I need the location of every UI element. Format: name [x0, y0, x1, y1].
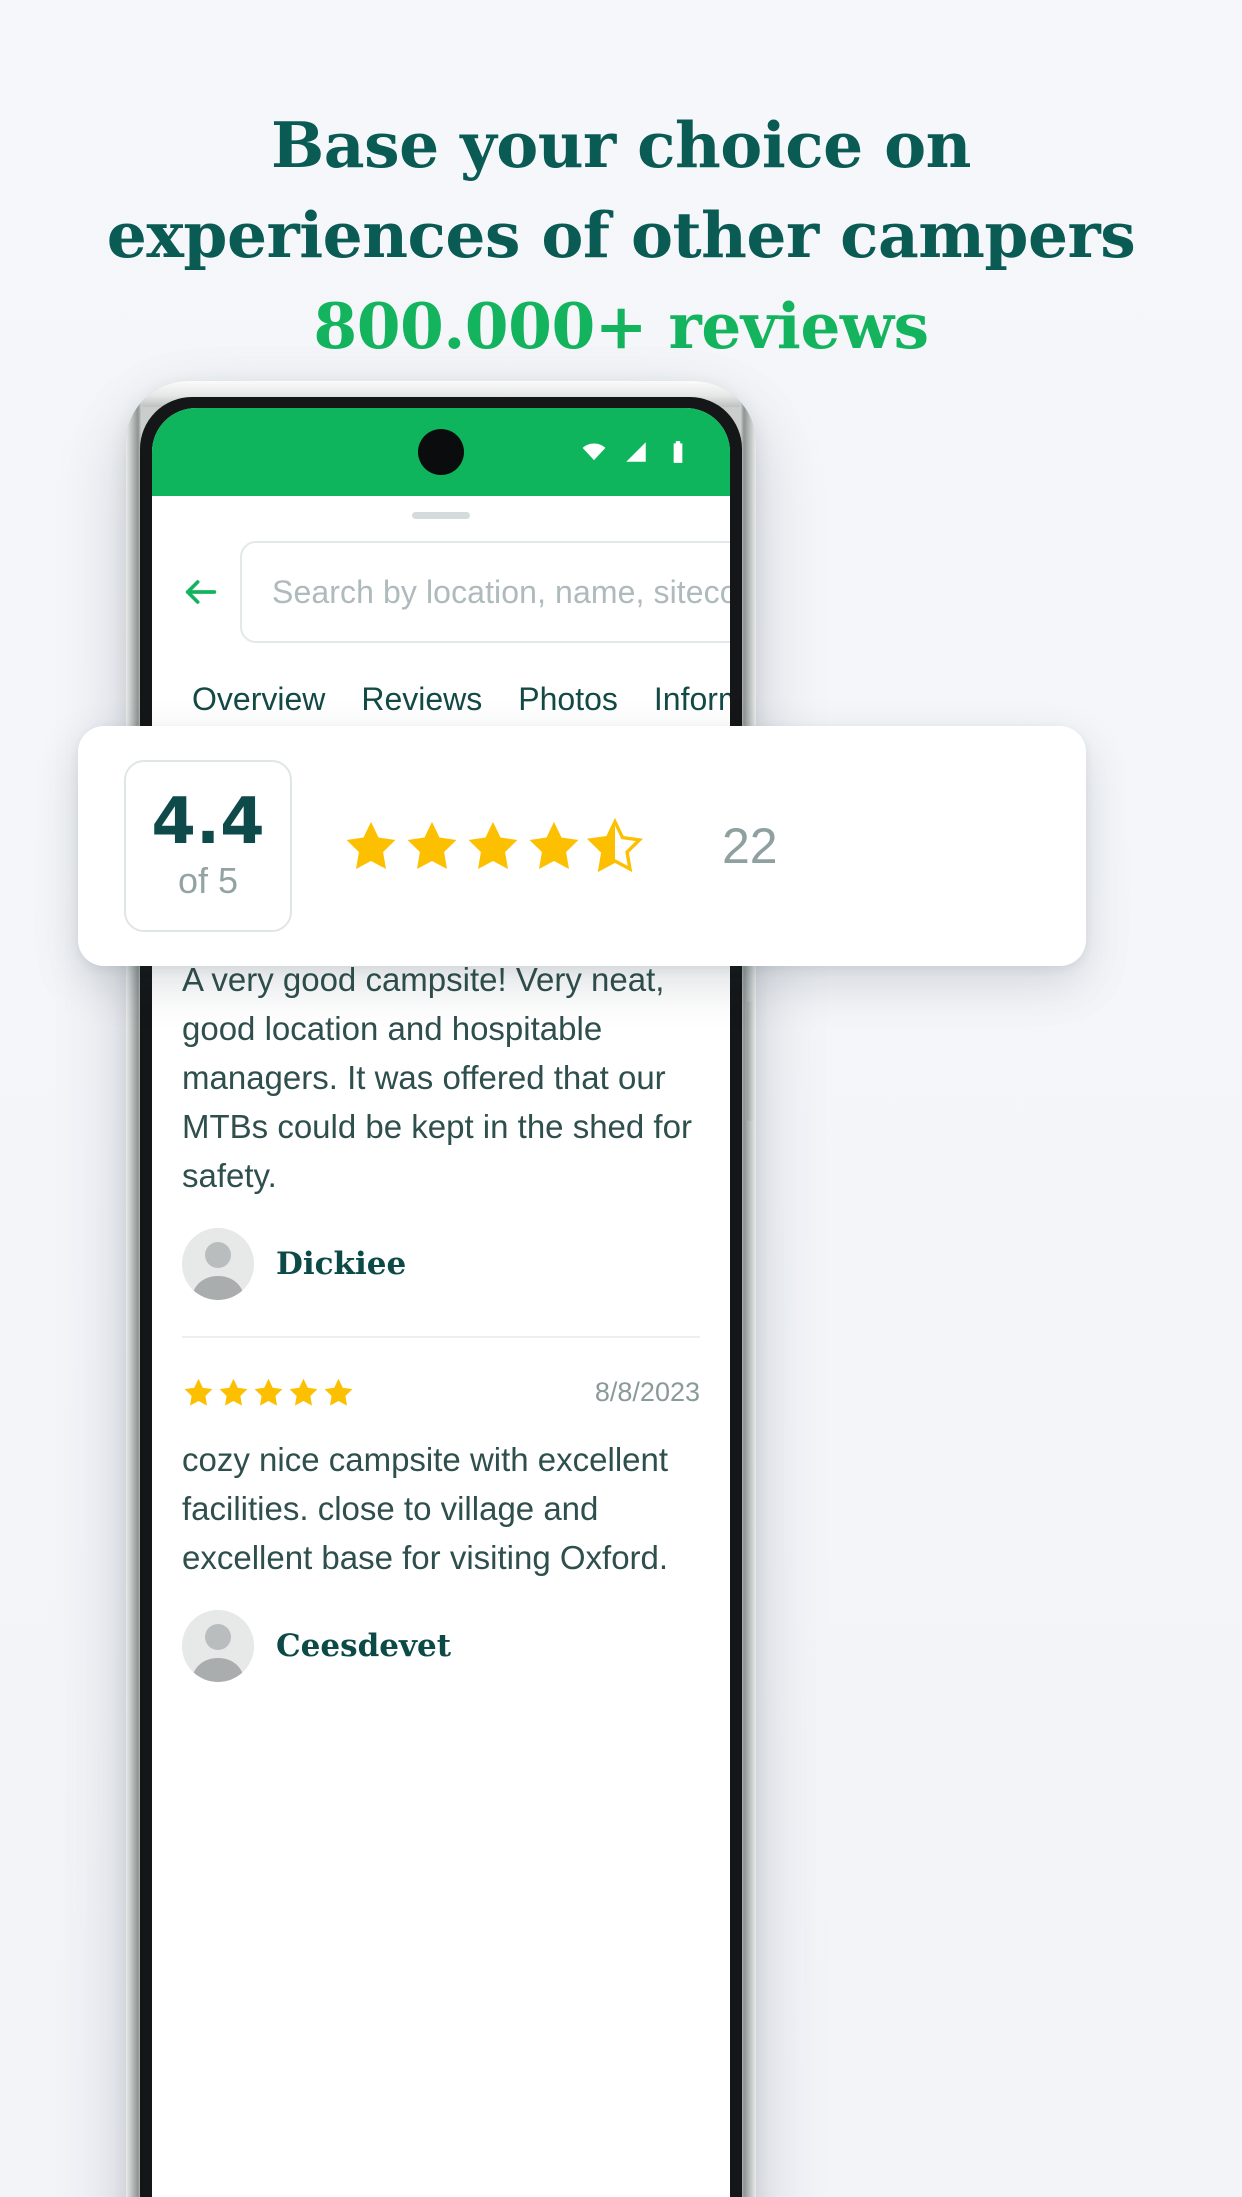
star-icon: [289, 1378, 318, 1406]
app-sheet: Search by location, name, sitecode Overv…: [152, 512, 730, 1682]
review-author: Dickiee: [182, 1228, 700, 1300]
rating-summary-card: 4.4 of 5 22: [78, 726, 1086, 966]
phone-mockup: Search by location, name, sitecode Overv…: [126, 381, 756, 2197]
review-author-name: Dickiee: [276, 1246, 407, 1282]
review-author: Ceesdevet: [182, 1610, 700, 1682]
overall-star-rating: [342, 817, 644, 875]
star-icon: [468, 821, 518, 869]
review-text: cozy nice campsite with excellent facili…: [182, 1441, 669, 1576]
star-icon: [324, 1378, 353, 1406]
user-placeholder-avatar-icon: [182, 1610, 254, 1682]
star-icon: [407, 821, 457, 869]
signal-icon: [626, 442, 646, 462]
review-author-name: Ceesdevet: [276, 1628, 452, 1664]
star-icon: [254, 1378, 283, 1406]
review-item: 8/8/2023 cozy nice campsite with excelle…: [182, 1338, 700, 1682]
headline-line-3: 800.000+ reviews: [313, 289, 929, 363]
user-placeholder-avatar-icon: [182, 1228, 254, 1300]
back-arrow-icon[interactable]: [178, 572, 224, 612]
star-icon: [529, 821, 579, 869]
search-row: Search by location, name, sitecode: [152, 519, 730, 647]
search-placeholder: Search by location, name, sitecode: [272, 573, 730, 610]
search-input[interactable]: Search by location, name, sitecode: [240, 541, 730, 643]
headline-line-1: Base your choice on: [271, 108, 971, 182]
battery-icon: [673, 441, 683, 463]
camera-punch-hole: [418, 429, 464, 475]
volume-button[interactable]: [747, 1001, 754, 1121]
page-title: Base your choice on experiences of other…: [0, 100, 1242, 372]
avatar: [182, 1610, 254, 1682]
half-star-icon: [586, 817, 644, 873]
rating-score: 4.4: [151, 785, 265, 859]
headline-line-2: experiences of other campers: [106, 198, 1136, 272]
promo-screenshot: Base your choice on experiences of other…: [0, 0, 1242, 2197]
avatar: [182, 1228, 254, 1300]
wifi-icon: [582, 443, 606, 461]
review-date: 8/8/2023: [594, 1377, 700, 1407]
review-star-rating: [182, 1376, 355, 1409]
review-count: 22: [722, 818, 778, 874]
rating-scale-label: of 5: [177, 860, 239, 901]
phone-right-rail: [740, 381, 756, 2197]
review-header: 8/8/2023: [182, 1376, 700, 1409]
star-icon: [219, 1378, 248, 1406]
phone-bezel: Search by location, name, sitecode Overv…: [140, 397, 742, 2197]
star-icon: [346, 821, 396, 869]
sheet-grabber[interactable]: [412, 512, 470, 519]
review-text: A very good campsite! Very neat, good lo…: [182, 961, 692, 1194]
score-box: 4.4 of 5: [124, 760, 292, 932]
star-icon: [184, 1378, 213, 1406]
phone-screen: Search by location, name, sitecode Overv…: [152, 408, 730, 2197]
status-bar: [152, 408, 730, 496]
